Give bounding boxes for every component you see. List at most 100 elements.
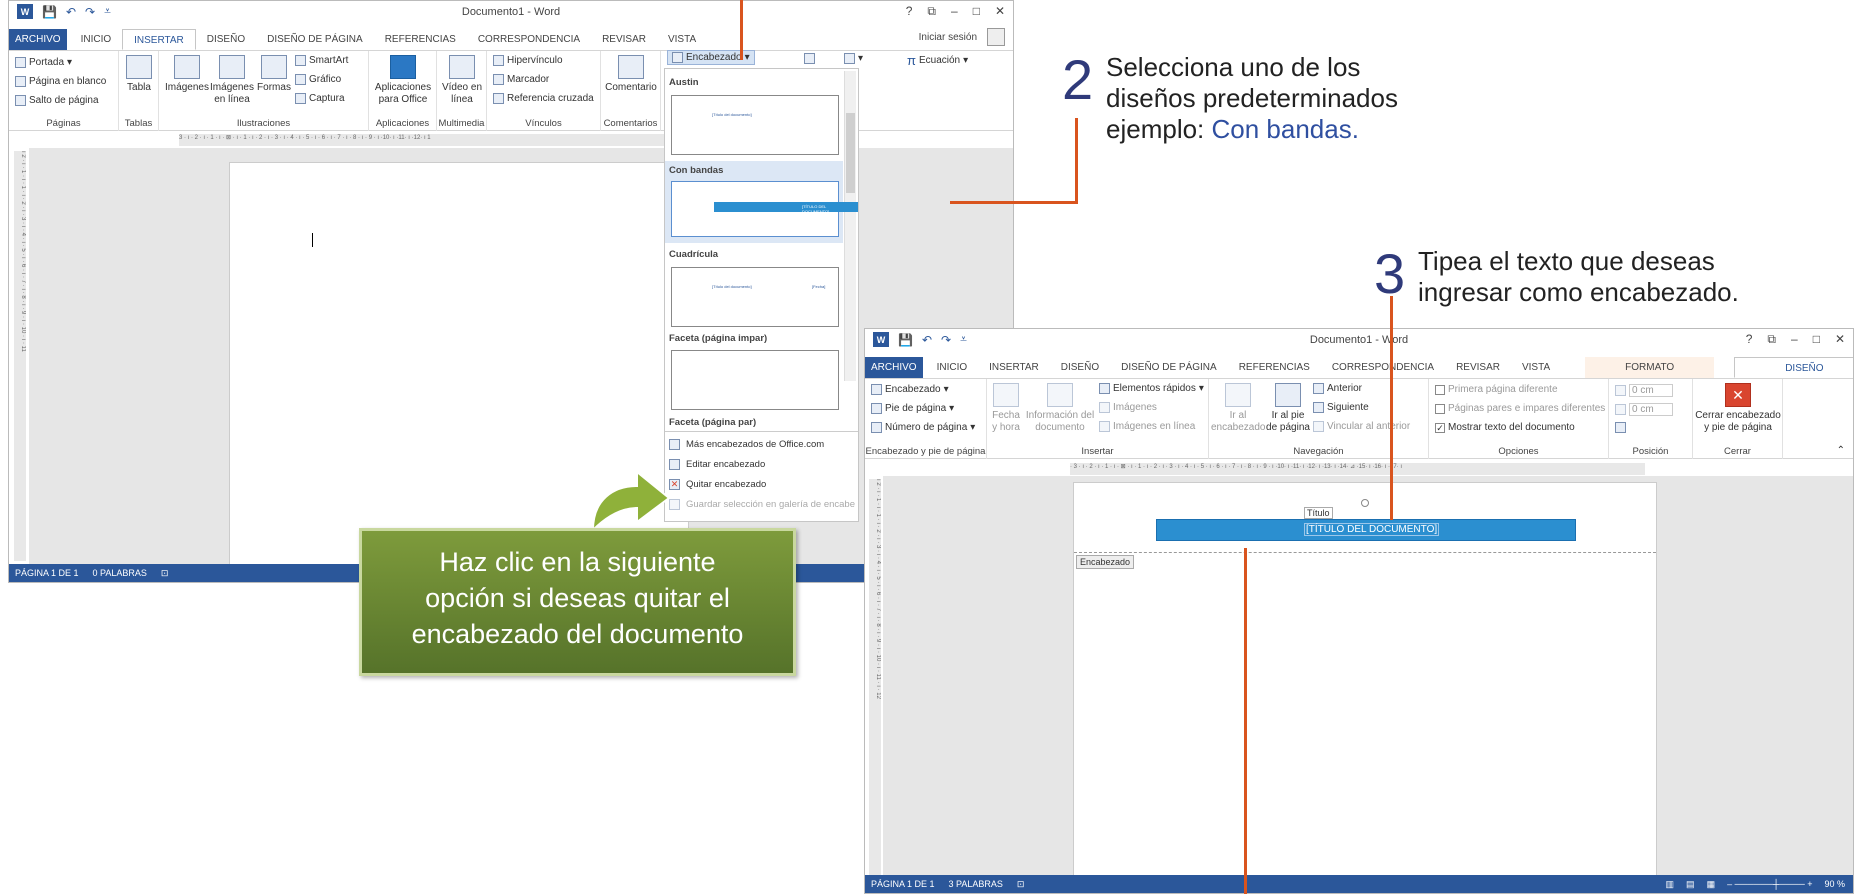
menu-quitar-encabezado[interactable]: ✕ Quitar encabezado [665, 479, 858, 490]
textbox-icon[interactable] [804, 53, 815, 64]
header-position-input[interactable]: 0 cm [1615, 384, 1673, 397]
referencia-cruzada-button[interactable]: Referencia cruzada [493, 93, 594, 104]
web-layout-icon[interactable]: ▦ [1707, 879, 1716, 890]
alignment-tab-button[interactable] [1615, 422, 1626, 433]
info-documento-button[interactable]: Información del documento [1025, 383, 1095, 434]
title-placeholder[interactable]: [TÍTULO DEL DOCUMENTO] [1304, 523, 1440, 536]
footer-position-input[interactable]: 0 cm [1615, 403, 1673, 416]
comment-icon [618, 55, 644, 79]
tab-correspondencia[interactable]: CORRESPONDENCIA [467, 29, 591, 50]
pagina-en-blanco-button[interactable]: Página en blanco [15, 76, 106, 87]
close-button[interactable]: ✕ [1835, 332, 1845, 347]
menu-mas-encabezados[interactable]: Más encabezados de Office.com [665, 439, 858, 450]
pie-pagina-button[interactable]: Pie de página ▾ [871, 403, 954, 414]
close-button[interactable]: ✕ [995, 4, 1005, 19]
imagenes-button[interactable]: Imágenes [1099, 402, 1157, 413]
tab-vista[interactable]: VISTA [1511, 357, 1561, 378]
minimize-button[interactable]: – [1791, 332, 1798, 347]
tab-formato[interactable]: FORMATO [1585, 357, 1715, 378]
ribbon-display-button[interactable]: ⧉ [1767, 332, 1776, 347]
read-mode-icon[interactable]: ▥ [1666, 879, 1675, 890]
ecuacion-button[interactable]: π Ecuación ▾ [907, 53, 968, 68]
maximize-button[interactable]: □ [1813, 332, 1820, 347]
avatar[interactable] [987, 28, 1005, 46]
tabla-button[interactable]: Tabla [125, 55, 153, 94]
gallery-item-faceta-impar[interactable] [671, 350, 839, 410]
imagenes-button[interactable]: Imágenes [165, 55, 209, 94]
imagenes-en-linea-button[interactable]: Imágenes en línea [1099, 421, 1195, 432]
marcador-button[interactable]: Marcador [493, 74, 549, 85]
anterior-button[interactable]: Anterior [1313, 383, 1362, 394]
cerrar-encabezado-button[interactable]: ✕ Cerrar encabezado y pie de página [1695, 383, 1781, 434]
title-content-control-tag[interactable]: Título [1304, 507, 1333, 519]
scroll-thumb[interactable] [846, 113, 855, 193]
comentario-button[interactable]: Comentario [603, 55, 659, 94]
fecha-hora-button[interactable]: Fecha y hora [991, 383, 1021, 434]
tab-archivo[interactable]: ARCHIVO [9, 29, 67, 50]
tab-diseno-contextual[interactable]: DISEÑO [1734, 357, 1853, 378]
tab-correspondencia[interactable]: CORRESPONDENCIA [1321, 357, 1445, 378]
gallery-section-label: Cuadrícula [669, 249, 719, 260]
help-button[interactable]: ? [1746, 332, 1753, 347]
document-page[interactable]: Título [TÍTULO DEL DOCUMENTO] Encabezado [1073, 482, 1657, 882]
gallery-item-cuadricula[interactable]: [Título del documento] [Fecha] [671, 267, 839, 327]
collapse-ribbon-icon[interactable]: ⌃ [1837, 445, 1845, 456]
maximize-button[interactable]: □ [973, 4, 980, 19]
tab-diseno[interactable]: DISEÑO [196, 29, 256, 50]
imagenes-en-linea-button[interactable]: Imágenes en línea [209, 55, 255, 106]
quick-parts-icon[interactable]: ▾ [844, 53, 863, 64]
encabezado-button[interactable]: Encabezado ▾ [871, 384, 949, 395]
group-label: Aplicaciones [375, 118, 430, 129]
salto-pagina-button[interactable]: Salto de página [15, 95, 99, 106]
video-en-linea-button[interactable]: Vídeo en línea [441, 55, 483, 106]
menu-editar-encabezado[interactable]: Editar encabezado [665, 459, 858, 470]
primera-pagina-checkbox[interactable]: Primera página diferente [1435, 384, 1558, 395]
rotation-handle[interactable] [1361, 499, 1369, 507]
formas-button[interactable]: Formas [257, 55, 291, 94]
tab-vista[interactable]: VISTA [657, 29, 707, 50]
tab-referencias[interactable]: REFERENCIAS [374, 29, 467, 50]
hipervinculo-button[interactable]: Hipervínculo [493, 55, 563, 66]
menu-label: Guardar selección en galería de encabe [686, 499, 856, 510]
sign-in-link[interactable]: Iniciar sesión [919, 32, 977, 43]
pares-impares-checkbox[interactable]: Páginas pares e impares diferentes [1435, 403, 1605, 414]
imagenes-en-linea-label: Imágenes en línea [210, 82, 254, 105]
print-layout-icon[interactable]: ▤ [1686, 879, 1695, 890]
smartart-button[interactable]: SmartArt [295, 55, 348, 66]
tab-diseno-pagina[interactable]: DISEÑO DE PÁGINA [1110, 357, 1228, 378]
tab-insertar[interactable]: INSERTAR [978, 357, 1050, 378]
proofing-icon[interactable]: ⊡ [1017, 879, 1025, 890]
gallery-item-con-bandas[interactable]: [TÍTULO DEL DOCUMENTO] [671, 181, 858, 237]
minimize-button[interactable]: – [951, 4, 958, 19]
tab-insertar[interactable]: INSERTAR [122, 29, 196, 50]
elementos-rapidos-button[interactable]: Elementos rápidos ▾ [1099, 383, 1204, 394]
tab-inicio[interactable]: INICIO [70, 29, 123, 50]
gallery-scrollbar[interactable] [844, 71, 856, 381]
tab-revisar[interactable]: REVISAR [591, 29, 657, 50]
siguiente-button[interactable]: Siguiente [1313, 402, 1369, 413]
tab-archivo[interactable]: ARCHIVO [865, 357, 923, 378]
grafico-button[interactable]: Gráfico [295, 74, 341, 85]
ribbon-display-button[interactable]: ⧉ [927, 4, 936, 19]
numero-pagina-button[interactable]: Número de página ▾ [871, 422, 975, 433]
group-posicion: 0 cm 0 cm Posición [1609, 379, 1693, 459]
zoom-slider[interactable]: – ──────┼──── + [1727, 879, 1812, 890]
zoom-level[interactable]: 90 % [1824, 879, 1845, 890]
ir-pie-button[interactable]: Ir al pie de página [1265, 383, 1311, 434]
tab-diseno-pagina[interactable]: DISEÑO DE PÁGINA [256, 29, 374, 50]
tab-inicio[interactable]: INICIO [926, 357, 979, 378]
proofing-icon[interactable]: ⊡ [161, 568, 169, 579]
gallery-item-austin[interactable]: [Título del documento] [671, 95, 839, 155]
tab-revisar[interactable]: REVISAR [1445, 357, 1511, 378]
video-icon [449, 55, 475, 79]
aplicaciones-office-button[interactable]: Aplicaciones para Office [373, 55, 433, 106]
vincular-anterior-button[interactable]: Vincular al anterior [1313, 421, 1410, 432]
captura-button[interactable]: Captura [295, 93, 345, 104]
tab-diseno[interactable]: DISEÑO [1050, 357, 1110, 378]
tab-referencias[interactable]: REFERENCIAS [1228, 357, 1321, 378]
group-label: Páginas [46, 118, 81, 129]
ir-encabezado-button[interactable]: Ir al encabezado [1211, 383, 1266, 434]
mostrar-texto-checkbox[interactable]: ✓ Mostrar texto del documento [1435, 422, 1575, 433]
help-button[interactable]: ? [906, 4, 913, 19]
portada-button[interactable]: Portada ▾ [15, 57, 72, 68]
